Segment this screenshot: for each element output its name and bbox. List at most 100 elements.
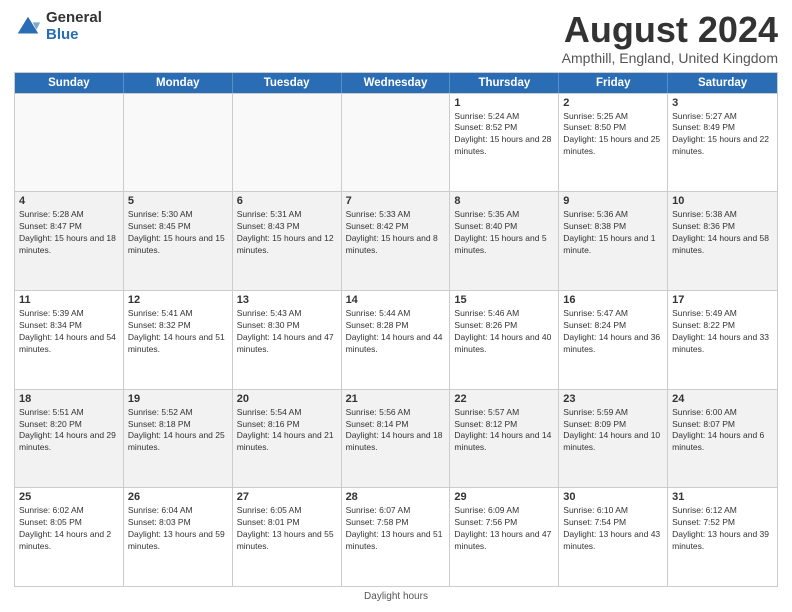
day-info: Sunrise: 6:09 AM Sunset: 7:56 PM Dayligh…: [454, 505, 554, 553]
day-info: Sunrise: 6:02 AM Sunset: 8:05 PM Dayligh…: [19, 505, 119, 553]
day-cell-25: 25 Sunrise: 6:02 AM Sunset: 8:05 PM Dayli…: [15, 488, 124, 586]
day-number: 31: [672, 491, 773, 503]
day-info: Sunrise: 5:49 AM Sunset: 8:22 PM Dayligh…: [672, 308, 773, 356]
day-info: Sunrise: 5:27 AM Sunset: 8:49 PM Dayligh…: [672, 111, 773, 159]
day-number: 19: [128, 393, 228, 405]
header: General Blue August 2024 Ampthill, Engla…: [14, 10, 778, 66]
day-info: Sunrise: 5:54 AM Sunset: 8:16 PM Dayligh…: [237, 407, 337, 455]
col-header-sunday: Sunday: [15, 73, 124, 93]
empty-cell: [15, 94, 124, 192]
day-info: Sunrise: 5:47 AM Sunset: 8:24 PM Dayligh…: [563, 308, 663, 356]
day-cell-3: 3Sunrise: 5:27 AM Sunset: 8:49 PM Daylig…: [668, 94, 777, 192]
col-header-monday: Monday: [124, 73, 233, 93]
day-cell-8: 8Sunrise: 5:35 AM Sunset: 8:40 PM Daylig…: [450, 192, 559, 290]
day-cell-6: 6 Sunrise: 5:31 AM Sunset: 8:43 PM Daylig…: [233, 192, 342, 290]
day-number: 14: [346, 294, 446, 306]
day-number: 13: [237, 294, 337, 306]
day-number: 4: [19, 195, 119, 207]
day-number: 9: [563, 195, 663, 207]
day-info: Sunrise: 5:36 AM Sunset: 8:38 PM Dayligh…: [563, 209, 663, 257]
day-info: Sunrise: 5:24 AM Sunset: 8:52 PM Dayligh…: [454, 111, 554, 159]
day-cell-4: 4 Sunrise: 5:28 AM Sunset: 8:47 PM Daylig…: [15, 192, 124, 290]
day-info: Sunrise: 6:00 AM Sunset: 8:07 PM Dayligh…: [672, 407, 773, 455]
day-number: 10: [672, 195, 773, 207]
day-number: 2: [563, 97, 663, 109]
empty-cell: [342, 94, 451, 192]
day-number: 15: [454, 294, 554, 306]
day-number: 1: [454, 97, 554, 109]
day-info: Sunrise: 6:10 AM Sunset: 7:54 PM Dayligh…: [563, 505, 663, 553]
day-number: 23: [563, 393, 663, 405]
day-info: Sunrise: 5:51 AM Sunset: 8:20 PM Dayligh…: [19, 407, 119, 455]
day-cell-5: 5Sunrise: 5:30 AM Sunset: 8:45 PM Daylig…: [124, 192, 233, 290]
day-cell-31: 31 Sunrise: 6:12 AM Sunset: 7:52 PM Dayli…: [668, 488, 777, 586]
day-number: 22: [454, 393, 554, 405]
col-header-wednesday: Wednesday: [342, 73, 451, 93]
day-info: Sunrise: 5:59 AM Sunset: 8:09 PM Dayligh…: [563, 407, 663, 455]
day-info: Sunrise: 6:12 AM Sunset: 7:52 PM Dayligh…: [672, 505, 773, 553]
day-cell-16: 16Sunrise: 5:47 AM Sunset: 8:24 PM Dayli…: [559, 291, 668, 389]
day-number: 5: [128, 195, 228, 207]
day-cell-22: 22 Sunrise: 5:57 AM Sunset: 8:12 PM Dayli…: [450, 390, 559, 488]
day-cell-13: 13Sunrise: 5:43 AM Sunset: 8:30 PM Dayli…: [233, 291, 342, 389]
week-row-4: 18Sunrise: 5:51 AM Sunset: 8:20 PM Dayli…: [15, 389, 777, 488]
day-number: 7: [346, 195, 446, 207]
day-info: Sunrise: 5:38 AM Sunset: 8:36 PM Dayligh…: [672, 209, 773, 257]
day-info: Sunrise: 5:41 AM Sunset: 8:32 PM Dayligh…: [128, 308, 228, 356]
day-info: Sunrise: 6:07 AM Sunset: 7:58 PM Dayligh…: [346, 505, 446, 553]
calendar-body: 1 Sunrise: 5:24 AM Sunset: 8:52 PM Daylig…: [15, 93, 777, 586]
day-number: 20: [237, 393, 337, 405]
day-cell-14: 14 Sunrise: 5:44 AM Sunset: 8:28 PM Dayli…: [342, 291, 451, 389]
col-header-friday: Friday: [559, 73, 668, 93]
day-number: 8: [454, 195, 554, 207]
day-info: Sunrise: 5:52 AM Sunset: 8:18 PM Dayligh…: [128, 407, 228, 455]
day-number: 25: [19, 491, 119, 503]
empty-cell: [124, 94, 233, 192]
day-info: Sunrise: 5:44 AM Sunset: 8:28 PM Dayligh…: [346, 308, 446, 356]
day-info: Sunrise: 5:57 AM Sunset: 8:12 PM Dayligh…: [454, 407, 554, 455]
day-number: 17: [672, 294, 773, 306]
title-month: August 2024: [562, 10, 778, 50]
day-number: 6: [237, 195, 337, 207]
day-cell-15: 15 Sunrise: 5:46 AM Sunset: 8:26 PM Dayli…: [450, 291, 559, 389]
day-cell-27: 27Sunrise: 6:05 AM Sunset: 8:01 PM Dayli…: [233, 488, 342, 586]
day-cell-26: 26Sunrise: 6:04 AM Sunset: 8:03 PM Dayli…: [124, 488, 233, 586]
calendar-header-row: SundayMondayTuesdayWednesdayThursdayFrid…: [15, 73, 777, 93]
logo-blue-text: Blue: [46, 27, 102, 44]
week-row-3: 11 Sunrise: 5:39 AM Sunset: 8:34 PM Dayli…: [15, 290, 777, 389]
day-number: 24: [672, 393, 773, 405]
col-header-tuesday: Tuesday: [233, 73, 342, 93]
day-number: 11: [19, 294, 119, 306]
day-cell-1: 1 Sunrise: 5:24 AM Sunset: 8:52 PM Daylig…: [450, 94, 559, 192]
page: General Blue August 2024 Ampthill, Engla…: [0, 0, 792, 612]
day-cell-18: 18Sunrise: 5:51 AM Sunset: 8:20 PM Dayli…: [15, 390, 124, 488]
col-header-saturday: Saturday: [668, 73, 777, 93]
day-number: 30: [563, 491, 663, 503]
day-cell-29: 29 Sunrise: 6:09 AM Sunset: 7:56 PM Dayli…: [450, 488, 559, 586]
day-number: 27: [237, 491, 337, 503]
empty-cell: [233, 94, 342, 192]
day-number: 21: [346, 393, 446, 405]
week-row-5: 25 Sunrise: 6:02 AM Sunset: 8:05 PM Dayli…: [15, 487, 777, 586]
day-cell-30: 30 Sunrise: 6:10 AM Sunset: 7:54 PM Dayli…: [559, 488, 668, 586]
day-cell-19: 19 Sunrise: 5:52 AM Sunset: 8:18 PM Dayli…: [124, 390, 233, 488]
day-number: 12: [128, 294, 228, 306]
day-info: Sunrise: 5:46 AM Sunset: 8:26 PM Dayligh…: [454, 308, 554, 356]
day-info: Sunrise: 6:04 AM Sunset: 8:03 PM Dayligh…: [128, 505, 228, 553]
day-cell-10: 10 Sunrise: 5:38 AM Sunset: 8:36 PM Dayli…: [668, 192, 777, 290]
calendar: SundayMondayTuesdayWednesdayThursdayFrid…: [14, 72, 778, 587]
day-info: Sunrise: 5:31 AM Sunset: 8:43 PM Dayligh…: [237, 209, 337, 257]
day-cell-12: 12 Sunrise: 5:41 AM Sunset: 8:32 PM Dayli…: [124, 291, 233, 389]
logo-text: General Blue: [46, 10, 102, 43]
col-header-thursday: Thursday: [450, 73, 559, 93]
day-info: Sunrise: 5:28 AM Sunset: 8:47 PM Dayligh…: [19, 209, 119, 257]
day-info: Sunrise: 5:39 AM Sunset: 8:34 PM Dayligh…: [19, 308, 119, 356]
day-cell-17: 17 Sunrise: 5:49 AM Sunset: 8:22 PM Dayli…: [668, 291, 777, 389]
day-cell-21: 21 Sunrise: 5:56 AM Sunset: 8:14 PM Dayli…: [342, 390, 451, 488]
day-cell-2: 2 Sunrise: 5:25 AM Sunset: 8:50 PM Daylig…: [559, 94, 668, 192]
title-block: August 2024 Ampthill, England, United Ki…: [562, 10, 778, 66]
day-info: Sunrise: 5:25 AM Sunset: 8:50 PM Dayligh…: [563, 111, 663, 159]
day-cell-11: 11 Sunrise: 5:39 AM Sunset: 8:34 PM Dayli…: [15, 291, 124, 389]
day-info: Sunrise: 5:56 AM Sunset: 8:14 PM Dayligh…: [346, 407, 446, 455]
day-number: 29: [454, 491, 554, 503]
